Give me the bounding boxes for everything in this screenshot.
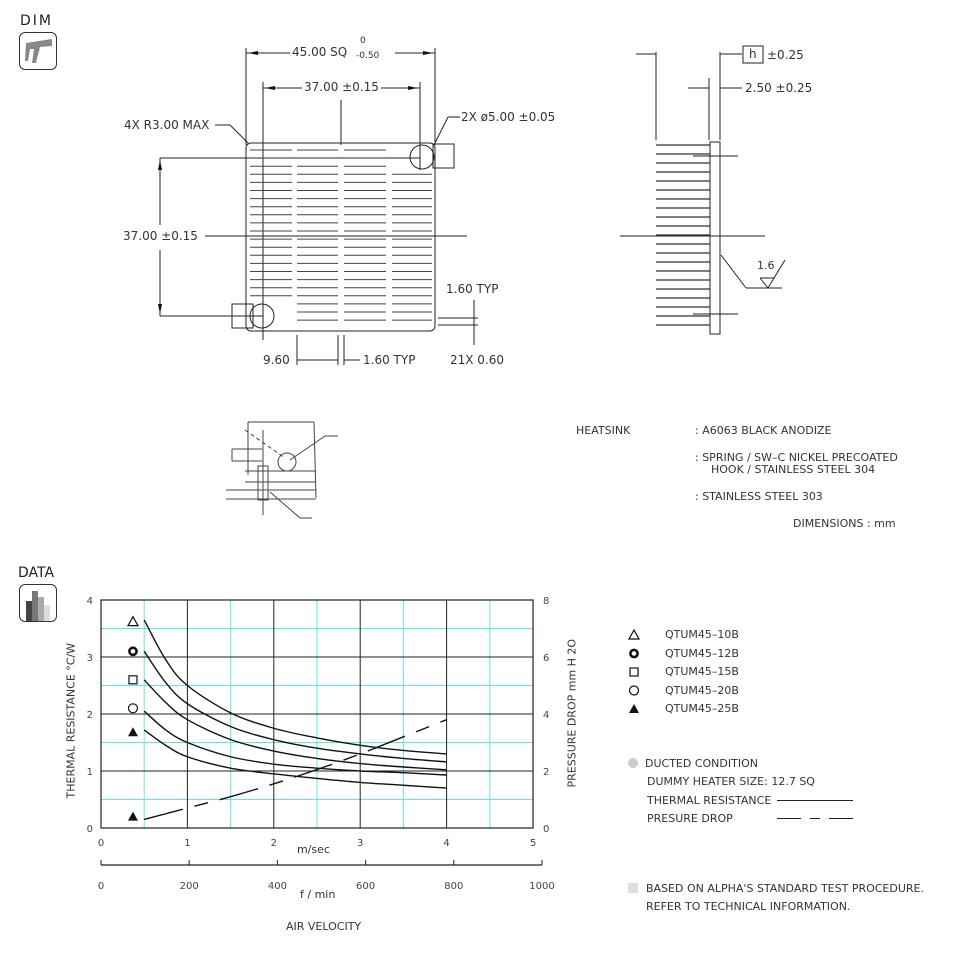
legend-marker-open-triangle — [627, 628, 641, 640]
y-right-axis-label: PRESSURE DROP mm H 2O — [565, 638, 579, 788]
data-marker-filled-triangle — [127, 727, 138, 737]
data-section-title: DATA — [18, 565, 55, 581]
ducted-condition: DUCTED CONDITION — [645, 757, 758, 770]
legend-marker-open-square — [629, 667, 639, 677]
series-line-qtum45-15b — [143, 679, 447, 771]
y-right-tick-label: 6 — [543, 653, 549, 664]
x2-tick-label: 200 — [180, 881, 199, 892]
thermal-chart: 01234024680 1 2 3 4 50 200 400 600 800 1000 — [87, 596, 555, 892]
x2-tick-label: 800 — [444, 881, 463, 892]
base-thickness: 2.50 ±0.25 — [745, 81, 813, 95]
heater-size: DUMMY HEATER SIZE: 12.7 SQ — [647, 775, 815, 788]
legend-item-label: QTUM45–12B — [665, 646, 739, 660]
hook-material: HOOK / STAINLESS STEEL 304 — [711, 463, 876, 476]
air-velocity-label: AIR VELOCITY — [286, 920, 362, 933]
y-right-tick-label: 8 — [543, 596, 549, 607]
x2-tick-label: 400 — [268, 881, 287, 892]
x-tick-label: 3 — [357, 838, 363, 849]
units-note: DIMENSIONS : mm — [793, 517, 896, 530]
y-tick-label: 2 — [87, 710, 93, 721]
x-tick-label: 5 — [530, 838, 536, 849]
x2-tick-label: 600 — [356, 881, 375, 892]
data-marker-open-square — [128, 675, 138, 685]
surface-finish: 1.6 — [757, 259, 775, 272]
series-line-pressure-drop — [144, 719, 447, 821]
side-view-drawing — [620, 45, 786, 335]
legend-marker-bold-circle — [629, 648, 639, 659]
x-tick-label: 0 — [98, 838, 104, 849]
series-line-qtum45-12b — [143, 650, 447, 763]
y-tick-label: 1 — [87, 767, 93, 778]
y-tick-label: 4 — [87, 596, 93, 607]
y-tick-label: 3 — [87, 653, 93, 664]
y-right-tick-label: 0 — [543, 824, 549, 835]
footnote-line-2: REFER TO TECHNICAL INFORMATION. — [646, 900, 851, 913]
hole-spacing-x: 37.00 ±0.15 — [304, 80, 379, 94]
heatsink-material: : A6063 BLACK ANODIZE — [695, 424, 832, 437]
footnote-line-1: BASED ON ALPHA'S STANDARD TEST PROCEDURE… — [646, 882, 924, 895]
hole-spacing-y: 37.00 ±0.15 — [123, 229, 198, 243]
series-line-qtum45-10b — [143, 619, 447, 755]
ducted-bullet-icon — [628, 758, 638, 768]
height-tolerance: ±0.25 — [767, 48, 804, 62]
height-symbol: h — [749, 47, 757, 61]
x-tick-label: 2 — [271, 838, 277, 849]
heatsink-label: HEATSINK — [576, 424, 631, 437]
corner-radius-note: 4X R3.00 MAX — [124, 118, 210, 132]
fin-thickness: 21X 0.60 — [450, 353, 505, 367]
series-line-qtum45-20b — [143, 710, 447, 776]
x-axis-label: m/sec — [297, 843, 330, 856]
overall-dimension: 45.00 SQ — [292, 45, 348, 59]
legend-item-label: QTUM45–25B — [665, 702, 739, 715]
top-view-drawing — [158, 48, 478, 365]
y-right-tick-label: 2 — [543, 767, 549, 778]
pressure-drop-key: PRESURE DROP — [647, 812, 733, 825]
y-right-tick-label: 4 — [543, 710, 549, 721]
pin-material: : STAINLESS STEEL 303 — [695, 490, 823, 503]
data-marker-open-triangle — [126, 615, 139, 627]
dim-section-title: DIM — [20, 13, 53, 29]
legend-item-label: QTUM45–15B — [665, 665, 739, 678]
data-marker-open-circle — [127, 703, 139, 714]
data-marker-filled-triangle — [127, 811, 138, 821]
solid-line-key — [777, 800, 853, 801]
legend-item-label: QTUM45–10B — [665, 628, 739, 641]
slot-gap: 1.60 TYP — [363, 353, 416, 367]
fin-pitch: 1.60 TYP — [446, 282, 499, 296]
caliper-icon — [19, 32, 57, 70]
slot-pitch: 9.60 — [263, 353, 290, 367]
x-tick-label: 1 — [184, 838, 190, 849]
data-marker-bold-circle — [128, 646, 138, 657]
bar-chart-icon — [19, 584, 57, 622]
legend-marker-filled-triangle — [629, 704, 639, 713]
hole-diameter-note: 2X ø5.00 ±0.05 — [461, 110, 556, 124]
x2-tick-label: 0 — [98, 881, 104, 892]
legend-marker-open-circle — [628, 685, 640, 696]
overall-tol-lower: -0.50 — [356, 51, 380, 61]
dashed-line-key — [777, 818, 853, 820]
x-tick-label: 4 — [443, 838, 449, 849]
series-line-qtum45-25b — [143, 729, 447, 789]
y-tick-label: 0 — [87, 824, 93, 835]
y-axis-label: THERMAL RESISTANCE °C/W — [64, 642, 78, 799]
thermal-resistance-key: THERMAL RESISTANCE — [647, 794, 772, 807]
footnote-bullet-icon — [628, 883, 638, 893]
legend-item-label: QTUM45–20B — [665, 683, 739, 697]
clip-detail-drawing — [226, 421, 338, 519]
x2-tick-label: 1000 — [529, 881, 554, 892]
x2-axis-label: f / min — [300, 888, 336, 901]
overall-tol-upper: 0 — [360, 36, 366, 46]
plot-frame — [100, 599, 534, 829]
